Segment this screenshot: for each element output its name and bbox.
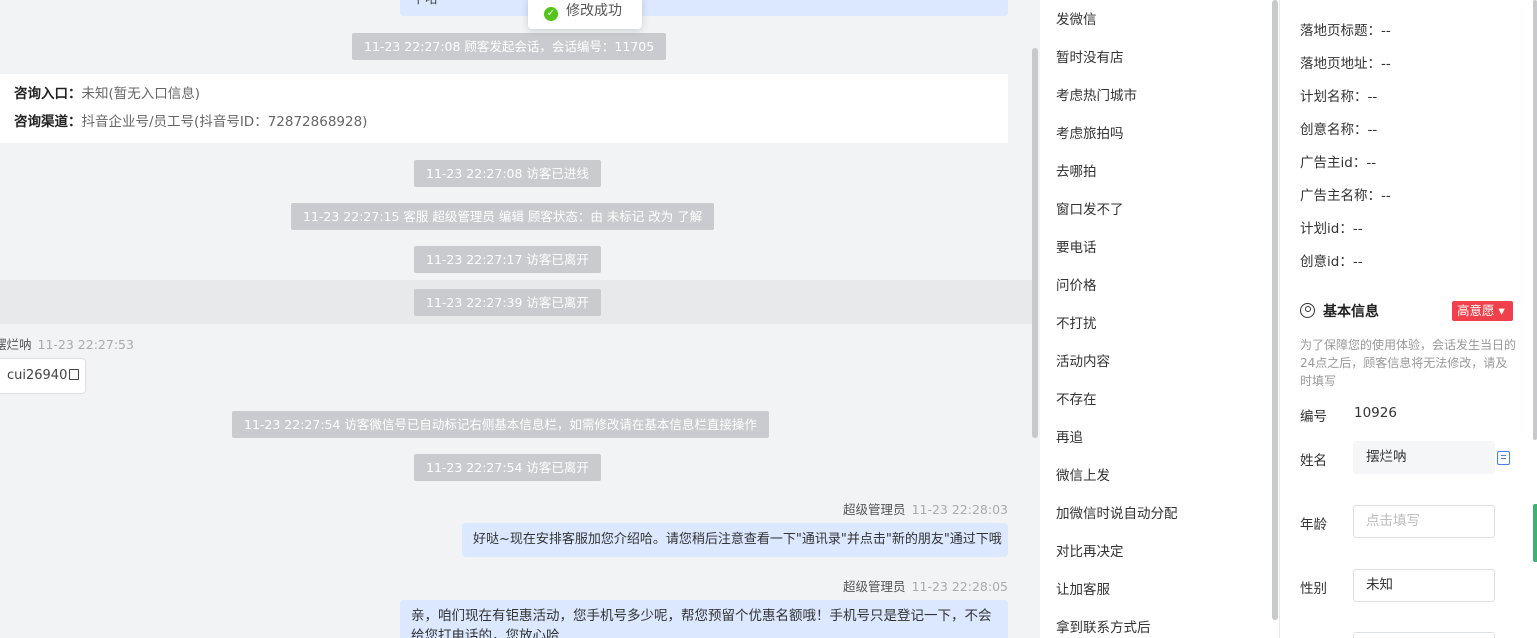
basic-info-heading: 基本信息 [1300, 301, 1379, 321]
id-label: 编号 [1300, 409, 1327, 425]
info-scrollbar[interactable] [1533, 0, 1537, 440]
age-field[interactable]: 点击填写 [1353, 505, 1495, 538]
visitor-sender: 摆烂呐 11-23 22:27:53 [0, 334, 134, 353]
quick-reply-item[interactable]: 活动内容 [1056, 350, 1110, 370]
channel-label: 咨询渠道： [14, 114, 82, 130]
source-row: 计划id：-- [1300, 221, 1363, 237]
quick-reply-item[interactable]: 问价格 [1056, 274, 1097, 294]
toast-text: 修改成功 [566, 3, 622, 19]
agent-name: 超级管理员 [843, 579, 906, 594]
agent-message-bubble: 亲，咱们现在有钜惠活动，您手机号多少呢，帮您预留个优惠名额哦！手机号只是登记一下… [400, 600, 1008, 638]
chat-pane[interactable]: 下哈 11-23 22:27:08 顾客发起会话，会话编号：11705 咨询入口… [0, 0, 1040, 638]
id-value: 10926 [1354, 405, 1397, 421]
quick-reply-item[interactable]: 微信上发 [1056, 464, 1110, 484]
quick-reply-scrollbar[interactable] [1272, 0, 1278, 620]
wechat-id: cui26940 [7, 368, 68, 383]
quick-reply-item[interactable]: 不存在 [1056, 388, 1097, 408]
check-circle-icon: ✓ [544, 7, 558, 21]
channel-value: 抖音企业号/员工号(抖音号ID：72872868928) [81, 114, 368, 130]
gender-label: 性别 [1300, 581, 1327, 597]
quick-reply-list: 发微信 暂时没有店 考虑热门城市 考虑旅拍吗 去哪拍 窗口发不了 要电话 问价格… [1040, 0, 1280, 638]
system-event: 11-23 22:27:08 访客已进线 [414, 160, 601, 187]
quick-reply-item[interactable]: 要电话 [1056, 236, 1097, 256]
quick-reply-item[interactable]: 不打扰 [1056, 312, 1097, 332]
name-label: 姓名 [1300, 453, 1327, 469]
message-time: 11-23 22:28:03 [911, 502, 1008, 517]
intent-level-dropdown[interactable]: 高意愿 ▾ [1452, 301, 1513, 321]
message-time: 11-23 22:28:05 [911, 579, 1008, 594]
agent-sender: 超级管理员 11-23 22:28:03 [843, 499, 1008, 518]
source-row: 落地页地址：-- [1300, 56, 1391, 72]
quick-reply-item[interactable]: 拿到联系方式后 [1056, 616, 1151, 636]
source-row: 落地页标题：-- [1300, 23, 1391, 39]
quick-reply-item[interactable]: 再追 [1056, 426, 1083, 446]
quick-reply-item[interactable]: 让加客服 [1056, 578, 1110, 598]
copy-icon[interactable] [1497, 451, 1510, 465]
edit-notice: 为了保障您的使用体验，会话发生当日的24点之后，顾客信息将无法修改，请及时填写 [1300, 338, 1517, 388]
entry-label: 咨询入口： [14, 86, 82, 102]
source-row: 计划名称：-- [1300, 89, 1378, 105]
user-circle-icon [1300, 303, 1315, 318]
agent-message-bubble: 下哈 [400, 0, 1008, 16]
quick-reply-item[interactable]: 暂时没有店 [1056, 46, 1124, 66]
auto-mark-notice: 11-23 22:27:54 访客微信号已自动标记右侧基本信息栏，如需修改请在基… [232, 411, 769, 438]
age-label: 年龄 [1300, 517, 1327, 533]
system-event: 11-23 22:27:15 客服 超级管理员 编辑 顾客状态：由 未标记 改为… [291, 203, 715, 230]
source-row: 创意id：-- [1300, 254, 1363, 270]
chat-scrollbar[interactable] [1032, 48, 1038, 438]
agent-sender: 超级管理员 11-23 22:28:05 [843, 576, 1008, 595]
copy-icon[interactable] [69, 369, 80, 380]
entry-info-card: 咨询入口：未知(暂无入口信息) 咨询渠道：抖音企业号/员工号(抖音号ID：728… [0, 74, 1008, 143]
entry-value: 未知(暂无入口信息) [81, 86, 201, 102]
gender-select[interactable]: 未知 [1353, 569, 1495, 602]
quick-reply-item[interactable]: 考虑旅拍吗 [1056, 122, 1124, 142]
system-event: 11-23 22:27:39 访客已离开 [414, 289, 601, 316]
system-event: 11-23 22:27:54 访客已离开 [414, 454, 601, 481]
quick-reply-item[interactable]: 窗口发不了 [1056, 198, 1124, 218]
agent-message-bubble: 好哒~现在安排客服加您介绍哈。请您稍后注意查看一下"通讯录"并点击"新的朋友"通… [462, 523, 1008, 557]
system-event: 11-23 22:27:17 访客已离开 [414, 246, 601, 273]
quick-reply-item[interactable]: 发微信 [1056, 8, 1097, 28]
wechat-card[interactable]: cui26940 [0, 358, 86, 394]
quick-reply-item[interactable]: 考虑热门城市 [1056, 84, 1137, 104]
source-row: 广告主名称：-- [1300, 188, 1391, 204]
basic-info-title: 基本信息 [1323, 304, 1379, 320]
session-start-notice: 11-23 22:27:08 顾客发起会话，会话编号：11705 [352, 33, 667, 60]
source-row: 创意名称：-- [1300, 122, 1378, 138]
visitor-name: 摆烂呐 [0, 337, 32, 352]
name-field[interactable]: 摆烂呐 [1353, 441, 1495, 474]
success-toast: ✓ 修改成功 [528, 0, 642, 29]
message-time: 11-23 22:27:53 [37, 337, 134, 352]
agent-name: 超级管理员 [843, 502, 906, 517]
quick-reply-item[interactable]: 加微信时说自动分配 [1056, 502, 1178, 522]
quick-reply-item[interactable]: 对比再决定 [1056, 540, 1124, 560]
quick-reply-item[interactable]: 去哪拍 [1056, 160, 1097, 180]
next-field[interactable] [1353, 632, 1495, 638]
source-row: 广告主id：-- [1300, 155, 1377, 171]
side-tab[interactable] [1533, 504, 1537, 562]
